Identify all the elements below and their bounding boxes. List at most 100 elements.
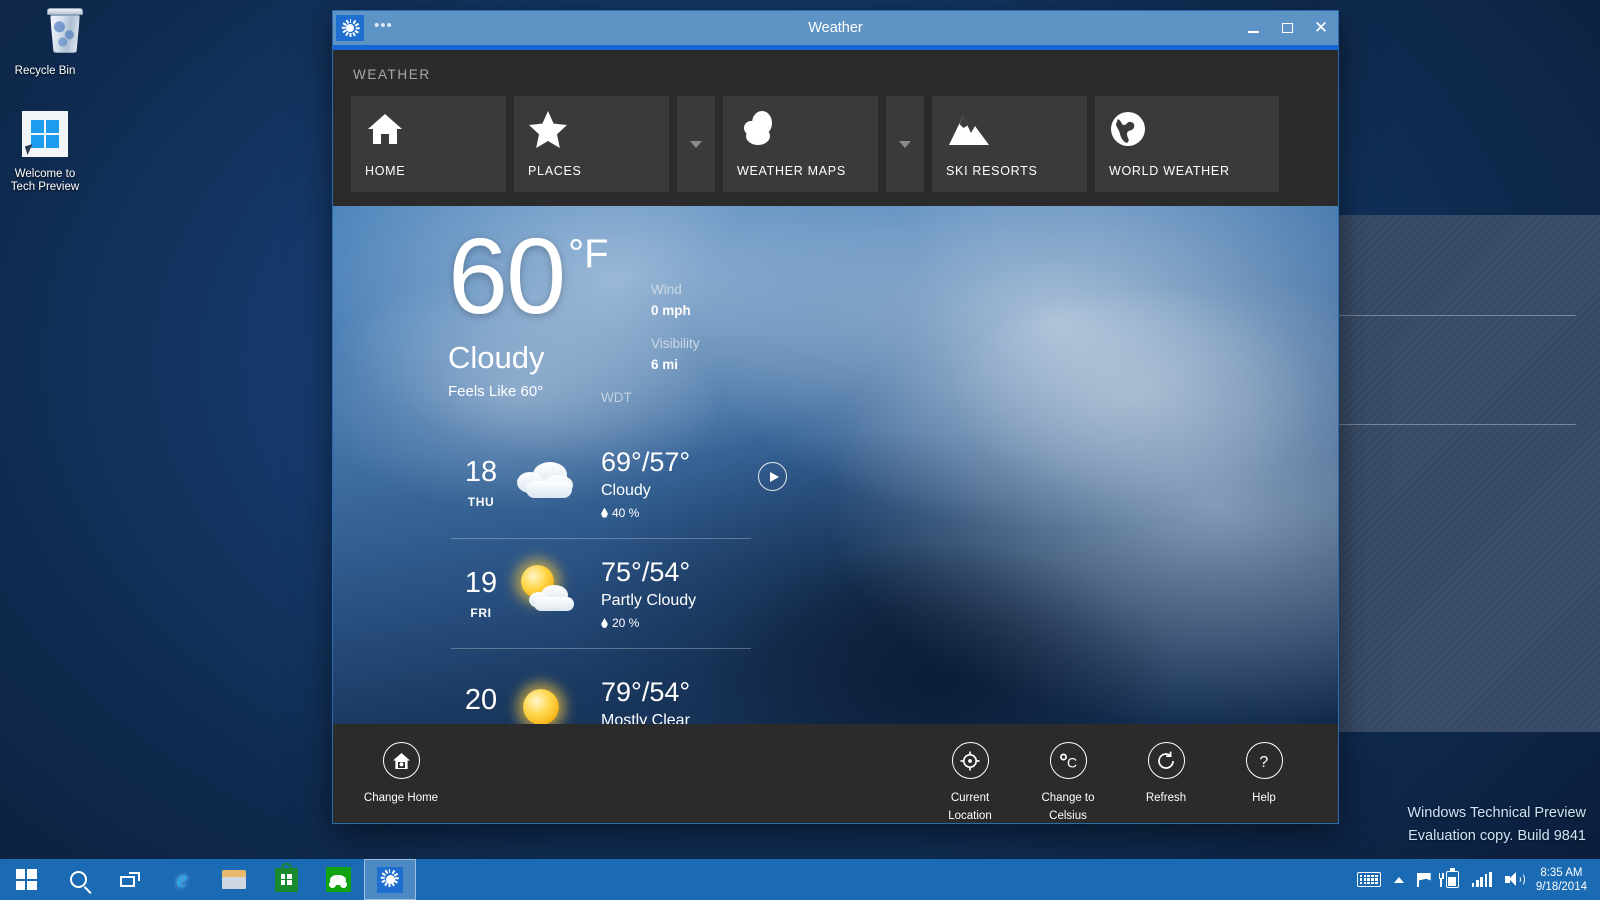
visibility-label: Visibility bbox=[651, 336, 700, 351]
refresh-icon bbox=[1148, 742, 1185, 779]
change-home-button[interactable]: Change Home bbox=[359, 742, 443, 806]
search-button[interactable] bbox=[52, 859, 104, 900]
forecast-high-low: 79°/54° bbox=[601, 677, 690, 707]
watermark-line2: Evaluation copy. Build 9841 bbox=[1407, 825, 1586, 848]
current-location-label-line2: Location bbox=[948, 810, 991, 822]
nav-tile-label: WEATHER MAPS bbox=[737, 164, 864, 192]
change-to-celsius-button[interactable]: C Change to Celsius bbox=[1026, 742, 1110, 824]
current-conditions: 60 °F Cloudy Feels Like 60° bbox=[448, 226, 609, 400]
svg-text:C: C bbox=[1067, 754, 1077, 770]
nav-tiles: HOME PLACES bbox=[351, 96, 1320, 192]
nav-section-label: WEATHER bbox=[353, 67, 1320, 82]
nav-tile-label: PLACES bbox=[528, 164, 655, 192]
nav-caret-weather-maps[interactable] bbox=[886, 96, 924, 192]
temperature-unit: °F bbox=[568, 230, 608, 278]
desktop-icon-welcome-tech-preview[interactable]: Welcome to Tech Preview bbox=[2, 108, 88, 194]
close-button[interactable]: ✕ bbox=[1304, 11, 1338, 45]
help-label: Help bbox=[1252, 792, 1276, 804]
forecast-info: 79°/54° Mostly Clear bbox=[597, 677, 690, 724]
task-view-button[interactable] bbox=[104, 859, 156, 900]
forecast-row[interactable]: 20 79°/54° Mostly Clear bbox=[451, 648, 751, 724]
volume-icon[interactable] bbox=[1505, 872, 1523, 887]
partly-cloudy-icon bbox=[511, 563, 597, 625]
sun-icon bbox=[336, 15, 364, 41]
keyboard-icon[interactable] bbox=[1357, 872, 1381, 887]
forecast-condition: Cloudy bbox=[601, 482, 690, 500]
nav-tile-home[interactable]: HOME bbox=[351, 96, 506, 192]
clock-time: 8:35 AM bbox=[1540, 867, 1582, 879]
current-metrics: Wind 0 mph Visibility 6 mi bbox=[651, 282, 700, 390]
recycle-bin-icon bbox=[2, 8, 88, 60]
flag-icon[interactable] bbox=[1417, 873, 1433, 887]
cloudy-icon bbox=[511, 452, 597, 514]
forecast-high-low: 69°/57° bbox=[601, 447, 690, 477]
forecast-info: 75°/54° Partly Cloudy 20 % bbox=[597, 557, 696, 630]
overflow-menu-button[interactable]: ••• bbox=[374, 18, 393, 33]
folder-icon bbox=[222, 870, 246, 889]
star-icon bbox=[528, 108, 655, 150]
current-location-icon bbox=[952, 742, 989, 779]
help-button[interactable]: ? Help bbox=[1222, 742, 1306, 824]
mountain-icon bbox=[946, 108, 1073, 150]
task-view-icon bbox=[120, 872, 140, 887]
clock[interactable]: 8:35 AM 9/18/2014 bbox=[1536, 866, 1591, 894]
maximize-button[interactable] bbox=[1270, 11, 1304, 45]
visibility-value: 6 mi bbox=[651, 357, 700, 372]
current-location-button[interactable]: Current Location bbox=[928, 742, 1012, 824]
store-button[interactable] bbox=[260, 859, 312, 900]
forecast-info: 69°/57° Cloudy 40 % bbox=[597, 447, 690, 520]
change-home-icon bbox=[383, 742, 420, 779]
forecast-row[interactable]: 18 THU 69°/57° Cloudy bbox=[451, 428, 751, 538]
nav-tile-label: SKI RESORTS bbox=[946, 164, 1073, 192]
desktop-icon-recycle-bin[interactable]: Recycle Bin bbox=[2, 8, 88, 78]
play-forecast-button[interactable] bbox=[758, 462, 787, 491]
refresh-label: Refresh bbox=[1146, 792, 1186, 804]
file-explorer-button[interactable] bbox=[208, 859, 260, 900]
wind-label: Wind bbox=[651, 282, 700, 297]
network-icon[interactable] bbox=[1472, 872, 1492, 887]
forecast-day-number: 19 bbox=[451, 568, 511, 598]
nav-tile-ski-resorts[interactable]: SKI RESORTS bbox=[932, 96, 1087, 192]
xbox-icon bbox=[326, 867, 351, 892]
water-drop-icon bbox=[601, 508, 608, 518]
forecast-date: 20 bbox=[451, 685, 511, 723]
nav-caret-places[interactable] bbox=[677, 96, 715, 192]
battery-icon[interactable] bbox=[1446, 871, 1459, 888]
forecast-list: 18 THU 69°/57° Cloudy bbox=[451, 428, 751, 724]
minimize-button[interactable] bbox=[1236, 11, 1270, 45]
taskbar: e 8:35 AM 9/18/2014 bbox=[0, 859, 1600, 900]
system-tray: 8:35 AM 9/18/2014 bbox=[1357, 866, 1600, 894]
change-to-celsius-label-line2: Celsius bbox=[1049, 810, 1087, 822]
refresh-button[interactable]: Refresh bbox=[1124, 742, 1208, 824]
wind-value: 0 mph bbox=[651, 303, 700, 318]
current-condition: Cloudy bbox=[448, 340, 609, 376]
start-button[interactable] bbox=[0, 859, 52, 900]
nav-tile-label: HOME bbox=[365, 164, 492, 192]
window-titlebar[interactable]: ••• Weather ✕ bbox=[333, 11, 1338, 45]
forecast-day-number: 20 bbox=[451, 685, 511, 715]
forecast-precipitation: 20 % bbox=[601, 616, 696, 630]
weather-taskbar-button[interactable] bbox=[364, 859, 416, 900]
show-hidden-icons-icon[interactable] bbox=[1394, 877, 1404, 883]
nav-tile-places[interactable]: PLACES bbox=[514, 96, 669, 192]
forecast-precip-value: 40 % bbox=[612, 506, 639, 520]
nav-strip: WEATHER HOME PLACES bbox=[333, 50, 1338, 206]
current-temperature: 60 bbox=[448, 226, 564, 326]
window-title: Weather bbox=[333, 20, 1338, 36]
change-to-celsius-label-line1: Change to bbox=[1041, 792, 1094, 804]
forecast-row[interactable]: 19 FRI 75°/54° Partly Cloudy bbox=[451, 538, 751, 648]
desktop-icon-label: Recycle Bin bbox=[15, 65, 76, 77]
internet-explorer-button[interactable]: e bbox=[156, 859, 208, 900]
globe-icon bbox=[1109, 108, 1265, 150]
forecast-day-of-week: FRI bbox=[451, 606, 511, 620]
desktop-icon-label-line2: Tech Preview bbox=[11, 181, 79, 193]
current-location-label-line1: Current bbox=[951, 792, 989, 804]
home-icon bbox=[365, 108, 492, 150]
desktop: Recycle Bin Welcome to Tech Preview to h… bbox=[0, 0, 1600, 900]
nav-tile-world-weather[interactable]: WORLD WEATHER bbox=[1095, 96, 1279, 192]
xbox-button[interactable] bbox=[312, 859, 364, 900]
water-drop-icon bbox=[601, 618, 608, 628]
chevron-down-icon bbox=[690, 141, 702, 148]
forecast-precip-value: 20 % bbox=[612, 616, 639, 630]
nav-tile-weather-maps[interactable]: WEATHER MAPS bbox=[723, 96, 878, 192]
